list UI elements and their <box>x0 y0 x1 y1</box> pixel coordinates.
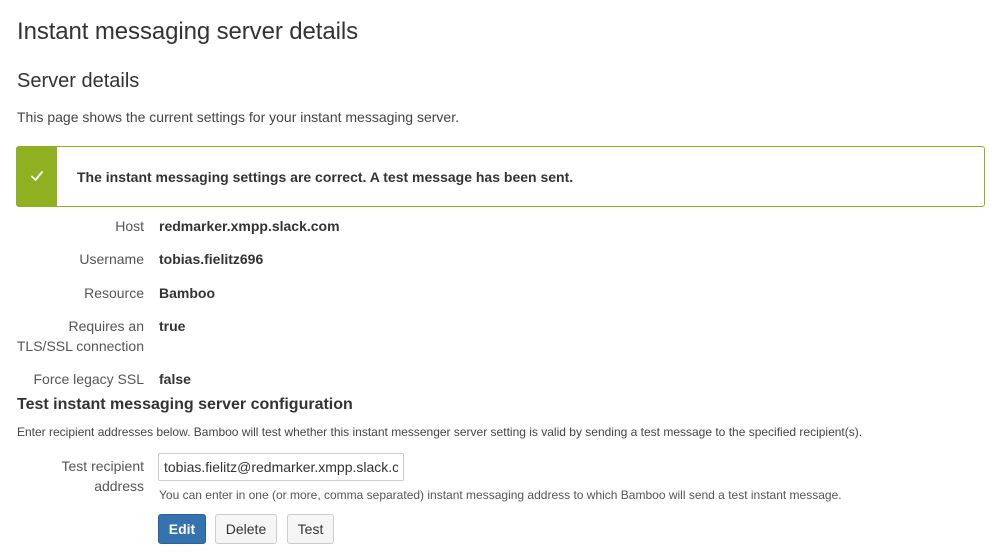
username-label: Username <box>79 251 144 267</box>
test-button[interactable]: Test <box>287 514 334 544</box>
recipient-label-line2: address <box>94 478 144 494</box>
recipient-label-line1: Test recipient <box>61 458 144 474</box>
success-strip <box>17 147 57 206</box>
host-value: redmarker.xmpp.slack.com <box>159 218 340 234</box>
resource-value: Bamboo <box>159 285 215 301</box>
success-text: The instant messaging settings are corre… <box>77 169 574 185</box>
edit-button[interactable]: Edit <box>158 514 206 544</box>
host-label: Host <box>115 218 144 234</box>
tls-label-line1: Requires an <box>68 318 145 334</box>
success-message: The instant messaging settings are corre… <box>16 146 985 207</box>
delete-button[interactable]: Delete <box>215 514 277 544</box>
tls-label: Requires an TLS/SSL connection <box>4 316 144 356</box>
recipient-input[interactable] <box>158 453 404 481</box>
recipient-help-text: You can enter in one (or more, comma sep… <box>159 488 842 502</box>
resource-label: Resource <box>84 285 144 301</box>
tls-value: true <box>159 318 186 334</box>
username-value: tobias.fielitz696 <box>159 251 264 267</box>
legacy-ssl-label: Force legacy SSL <box>33 371 145 387</box>
recipient-label: Test recipient address <box>24 456 144 496</box>
test-description: Enter recipient addresses below. Bamboo … <box>17 425 863 439</box>
tls-label-line2: TLS/SSL connection <box>16 338 144 354</box>
page-title: Instant messaging server details <box>17 18 358 45</box>
check-icon <box>31 171 43 181</box>
section-title: Server details <box>17 70 140 92</box>
intro-text: This page shows the current settings for… <box>17 109 459 125</box>
test-section-title: Test instant messaging server configurat… <box>17 396 353 413</box>
legacy-ssl-value: false <box>159 371 191 387</box>
